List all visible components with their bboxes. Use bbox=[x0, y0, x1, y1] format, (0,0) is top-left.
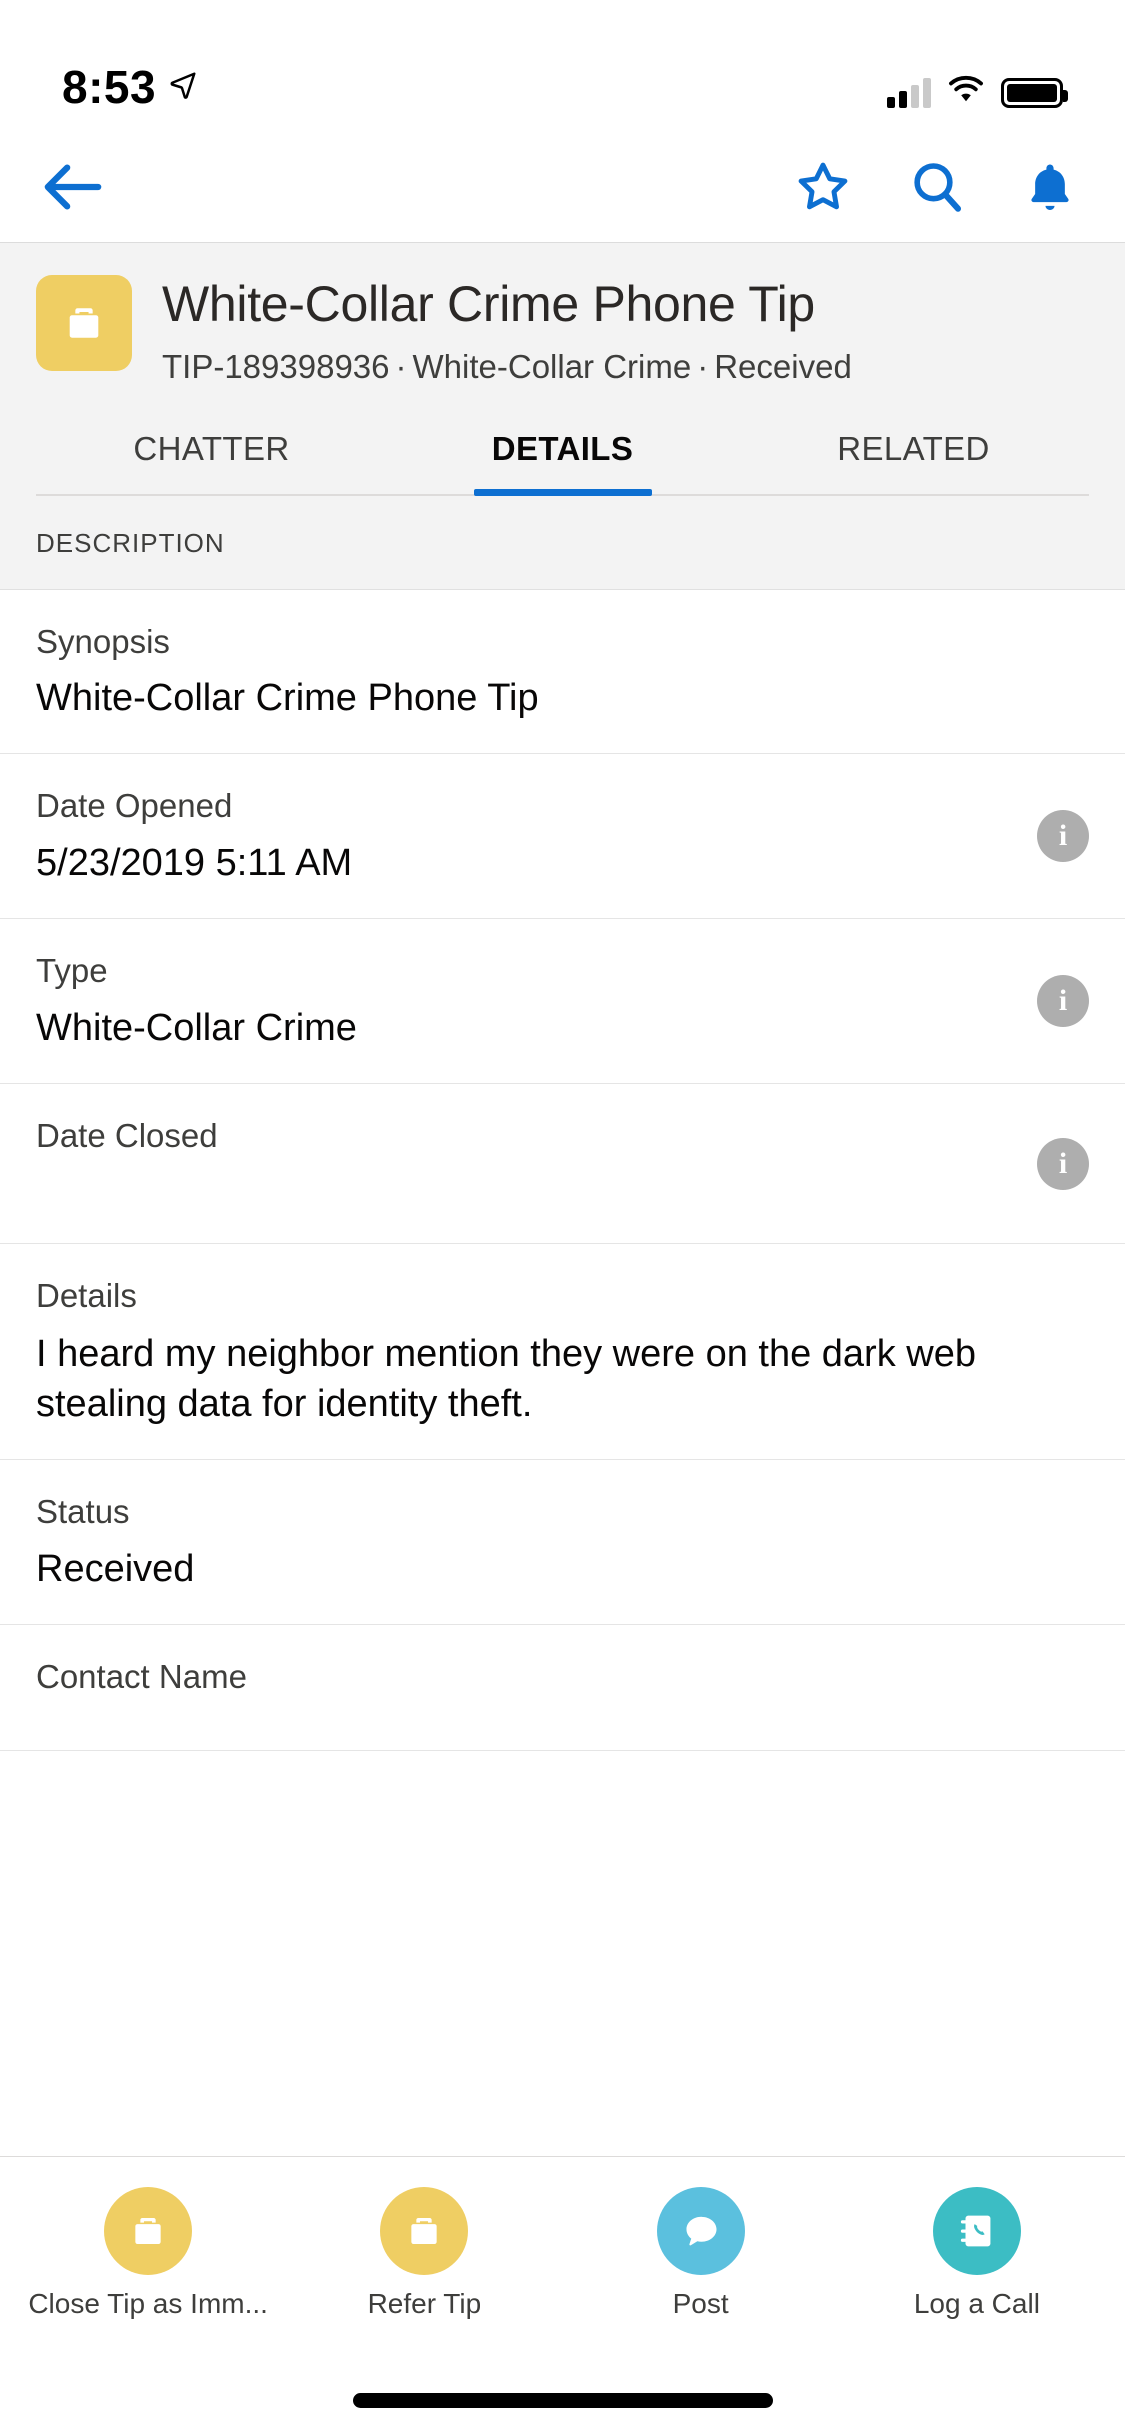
status-bar: 8:53 bbox=[0, 0, 1125, 132]
field-row-synopsis[interactable]: Synopsis White-Collar Crime Phone Tip bbox=[0, 590, 1125, 755]
field-label: Date Opened bbox=[36, 787, 233, 825]
wifi-icon bbox=[947, 75, 985, 110]
status-bar-right bbox=[887, 75, 1068, 110]
chat-bubble-icon bbox=[656, 2187, 745, 2275]
status-bar-left: 8:53 bbox=[62, 64, 198, 110]
back-arrow-icon[interactable] bbox=[42, 161, 104, 213]
record-header: White-Collar Crime Phone Tip TIP-1893989… bbox=[0, 242, 1125, 496]
info-icon[interactable]: i bbox=[1037, 1137, 1089, 1190]
field-label: Date Closed bbox=[36, 1117, 218, 1155]
page-title: White-Collar Crime Phone Tip bbox=[162, 276, 815, 332]
record-tabs: CHATTER DETAILS RELATED bbox=[36, 430, 1089, 496]
field-label: Type bbox=[36, 952, 108, 990]
tab-details[interactable]: DETAILS bbox=[387, 430, 738, 494]
field-label: Details bbox=[36, 1277, 137, 1315]
action-label: Log a Call bbox=[913, 2288, 1040, 2319]
location-arrow-icon bbox=[168, 70, 198, 105]
field-value: Received bbox=[36, 1547, 195, 1590]
field-value: White-Collar Crime Phone Tip bbox=[36, 677, 539, 720]
status-bar-time: 8:53 bbox=[62, 61, 157, 113]
field-value: 5/23/2019 5:11 AM bbox=[36, 842, 353, 885]
record-header-top: White-Collar Crime Phone Tip TIP-1893989… bbox=[36, 275, 1089, 390]
record-header-text: White-Collar Crime Phone Tip TIP-1893989… bbox=[162, 275, 852, 390]
subtitle-separator-2: · bbox=[697, 348, 709, 385]
battery-full-icon bbox=[1001, 77, 1068, 108]
action-label: Refer Tip bbox=[367, 2288, 482, 2319]
record-number: TIP-189398936 bbox=[162, 348, 390, 385]
action-close-tip[interactable]: Close Tip as Imm... bbox=[10, 2187, 286, 2320]
details-panel[interactable]: DESCRIPTION Synopsis White-Collar Crime … bbox=[0, 495, 1125, 2156]
navigation-actions bbox=[795, 159, 1077, 215]
field-value: I heard my neighbor mention they were on… bbox=[36, 1332, 976, 1426]
record-status: Received bbox=[714, 348, 852, 385]
briefcase-icon bbox=[36, 275, 132, 371]
navigation-bar bbox=[0, 132, 1125, 242]
home-indicator-area bbox=[0, 2364, 1125, 2436]
action-log-a-call[interactable]: Log a Call bbox=[839, 2187, 1115, 2320]
search-icon[interactable] bbox=[909, 159, 965, 215]
field-label: Contact Name bbox=[36, 1658, 247, 1696]
tab-related[interactable]: RELATED bbox=[738, 430, 1089, 494]
briefcase-icon bbox=[104, 2187, 193, 2275]
tab-chatter[interactable]: CHATTER bbox=[36, 430, 387, 494]
info-icon[interactable]: i bbox=[1037, 975, 1089, 1028]
phone-screen: 8:53 White-Collar Crime Phone Tip TIP-18… bbox=[0, 0, 1125, 2436]
field-value: White-Collar Crime bbox=[36, 1006, 357, 1049]
bell-icon[interactable] bbox=[1023, 159, 1077, 215]
star-outline-icon[interactable] bbox=[795, 159, 851, 215]
action-bar: Close Tip as Imm... Refer Tip Post Log a… bbox=[0, 2156, 1125, 2364]
field-row-details[interactable]: Details I heard my neighbor mention they… bbox=[0, 1244, 1125, 1461]
section-header-description: DESCRIPTION bbox=[0, 495, 1125, 590]
phone-book-icon bbox=[932, 2187, 1021, 2275]
field-row-type[interactable]: Type White-Collar Crime i bbox=[0, 919, 1125, 1085]
action-post[interactable]: Post bbox=[563, 2187, 839, 2320]
field-row-date-closed[interactable]: Date Closed i bbox=[0, 1084, 1125, 1245]
action-refer-tip[interactable]: Refer Tip bbox=[286, 2187, 562, 2320]
action-label: Post bbox=[672, 2288, 729, 2319]
field-row-status[interactable]: Status Received bbox=[0, 1460, 1125, 1626]
home-indicator[interactable] bbox=[352, 2392, 773, 2408]
field-row-contact-name[interactable]: Contact Name bbox=[0, 1625, 1125, 1752]
action-label: Close Tip as Imm... bbox=[28, 2288, 268, 2319]
field-row-date-opened[interactable]: Date Opened 5/23/2019 5:11 AM i bbox=[0, 754, 1125, 920]
field-label: Synopsis bbox=[36, 622, 170, 660]
record-type: White-Collar Crime bbox=[412, 348, 692, 385]
record-subtitle: TIP-189398936 · White-Collar Crime · Receive… bbox=[162, 345, 852, 390]
cellular-signal-icon bbox=[887, 77, 931, 108]
subtitle-separator-1: · bbox=[395, 348, 407, 385]
info-icon[interactable]: i bbox=[1037, 810, 1089, 863]
briefcase-icon bbox=[380, 2187, 469, 2275]
field-label: Status bbox=[36, 1493, 130, 1531]
